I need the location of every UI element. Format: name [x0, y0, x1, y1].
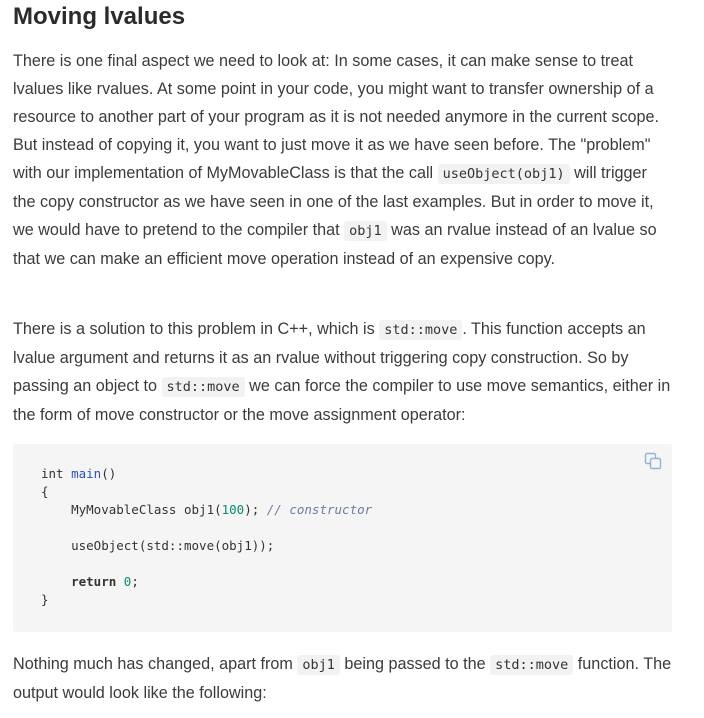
- code-listing: int main(){ MyMovableClass obj1(100); //…: [41, 465, 372, 609]
- code-token-punct: ;: [131, 574, 139, 589]
- paragraph-text: Nothing much has changed, apart from: [13, 655, 298, 673]
- code-token-comment: // constructor: [266, 502, 373, 517]
- code-token-function: main: [71, 466, 102, 481]
- section-heading: Moving lvalues: [13, 3, 186, 30]
- code-token-keyword: return: [41, 574, 117, 589]
- code-line-2: {: [41, 483, 372, 501]
- code-token-text: useObject(std::move(obj1));: [41, 538, 275, 553]
- code-block: int main(){ MyMovableClass obj1(100); //…: [13, 444, 672, 632]
- code-token-text: MyMovableClass obj1(: [41, 502, 222, 517]
- code-line-4: useObject(std::move(obj1));: [41, 537, 372, 555]
- code-line-1: int main(): [41, 465, 372, 483]
- code-line-6: }: [41, 591, 372, 609]
- inline-code-std-move: std::move: [161, 377, 245, 397]
- inline-code-std-move: std::move: [379, 320, 463, 340]
- code-token-brace: }: [41, 592, 49, 607]
- code-token-text: );: [244, 502, 267, 517]
- inline-code-obj1: obj1: [297, 655, 340, 675]
- inline-code-useobject: useObject(obj1): [437, 164, 570, 184]
- inline-code-obj1: obj1: [344, 221, 387, 241]
- paragraph-std-move: There is a solution to this problem in C…: [13, 315, 673, 429]
- inline-code-std-move: std::move: [490, 655, 574, 675]
- paragraph-output-intro: Nothing much has changed, apart from obj…: [13, 650, 673, 707]
- paragraph-text: being passed to the: [339, 655, 491, 673]
- paragraph-text: There is a solution to this problem in C…: [13, 320, 380, 338]
- code-token-brace: {: [41, 484, 49, 499]
- paragraph-moving-lvalues-intro: There is one final aspect we need to loo…: [13, 47, 673, 273]
- code-token-punct: (): [101, 466, 117, 481]
- copy-icon: [644, 452, 662, 470]
- paragraph-text: There is one final aspect we need to loo…: [13, 52, 660, 182]
- code-token-number: 100: [221, 502, 245, 517]
- copy-code-button[interactable]: [644, 452, 662, 470]
- code-line-5: return 0;: [41, 573, 372, 591]
- code-token-type: int: [41, 466, 64, 481]
- code-line-3: MyMovableClass obj1(100); // constructor: [41, 501, 372, 519]
